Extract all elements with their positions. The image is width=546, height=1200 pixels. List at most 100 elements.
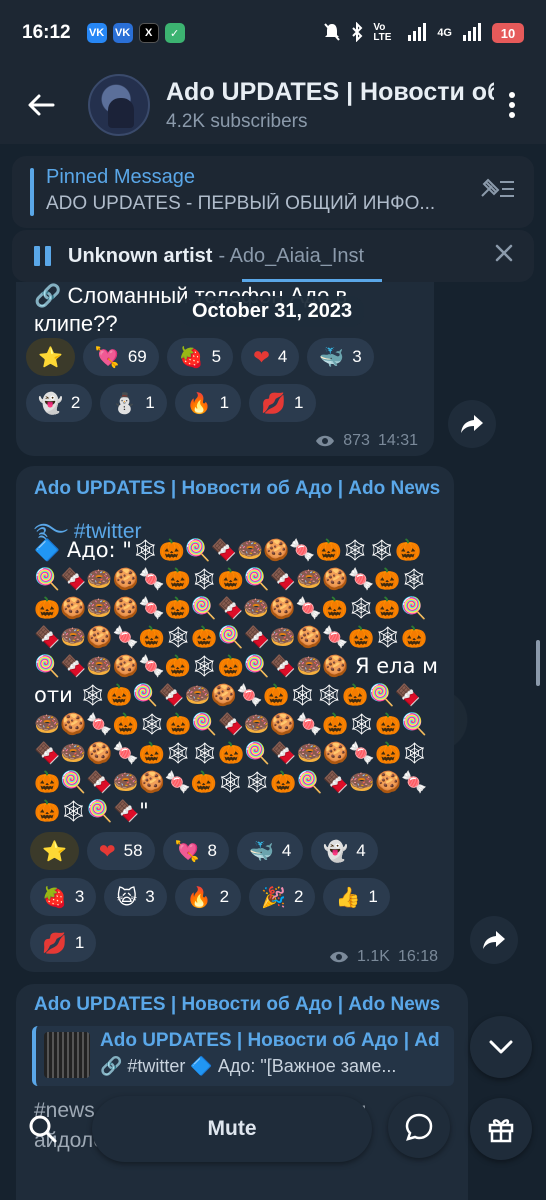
volte-label: Vo LTE: [373, 22, 392, 43]
chevron-down-icon: [489, 1040, 513, 1054]
message-time: 14:31: [377, 432, 418, 449]
reaction-item[interactable]: 🎉 2: [249, 878, 316, 916]
reaction-item[interactable]: 🐳 3: [307, 338, 374, 376]
pinned-message-bar[interactable]: Pinned Message ADO UPDATES - ПЕРВЫЙ ОБЩИ…: [12, 156, 534, 228]
message-bubble[interactable]: Ado UPDATES | Новости об Адо | Ado News …: [16, 984, 468, 1200]
reply-title: Ado UPDATES | Новости об Адо | Ado News: [100, 1030, 440, 1051]
comments-button[interactable]: [388, 1096, 450, 1158]
reaction-item[interactable]: 🔥 2: [174, 878, 242, 916]
reaction-item[interactable]: ❤ 4: [241, 338, 300, 376]
message-meta: 873 14:31: [315, 432, 418, 450]
reaction-emoji: 🙀: [116, 885, 138, 909]
eye-icon: [330, 951, 349, 963]
reaction-emoji: 👻: [323, 839, 349, 863]
forwarded-author[interactable]: Ado UPDATES | Новости об Адо | Ado News: [34, 994, 454, 1016]
reaction-item[interactable]: ❤ 58: [86, 832, 155, 870]
share-button[interactable]: [448, 400, 496, 448]
reaction-item[interactable]: 🍓 3: [30, 878, 97, 916]
reaction-count: 4: [281, 841, 292, 860]
share-button[interactable]: [470, 916, 518, 964]
reaction-star[interactable]: ⭐: [26, 338, 75, 376]
reaction-count: 1: [74, 933, 85, 952]
reaction-emoji: 👍: [335, 885, 361, 909]
reaction-count: 2: [70, 393, 81, 412]
share-arrow-icon: [461, 415, 483, 433]
reaction-star[interactable]: ⭐: [30, 832, 79, 870]
message-bubble[interactable]: Ado UPDATES | Новости об Адо | Ado News …: [16, 466, 454, 972]
pause-icon[interactable]: [32, 245, 54, 267]
player-track: - Ado_Aiaia_Inst: [218, 244, 365, 267]
arrow-left-icon: [28, 94, 55, 116]
search-button[interactable]: [12, 1098, 74, 1160]
reaction-count: 4: [356, 841, 366, 860]
message-text: 🔷 Адо: "🕸🎃🍭🍫🍩🍪🍬🎃🕸🕸🎃🍭🍫🍩🍪🍬🎃🕸🎃🍭🍫🍩🍪🍬🎃🕸🎃🍪🍩🍪🍬🎃…: [34, 538, 438, 823]
reaction-item[interactable]: 🔥 1: [174, 384, 242, 422]
vk-app-icon: VK: [86, 23, 107, 43]
gift-button[interactable]: [470, 1098, 532, 1160]
reaction-emoji: 👻: [38, 391, 63, 415]
pinned-text: ADO UPDATES - ПЕРВЫЙ ОБЩИЙ ИНФО...: [46, 193, 436, 214]
reaction-item[interactable]: 👍 1: [323, 878, 390, 916]
reaction-count: 3: [352, 347, 362, 366]
close-icon: [495, 244, 513, 262]
date-separator: October 31, 2023: [180, 296, 365, 327]
reaction-item[interactable]: 💘 69: [82, 338, 159, 376]
reaction-item[interactable]: ⛄ 1: [100, 384, 167, 422]
bluetooth-icon: [351, 21, 363, 45]
back-button[interactable]: [16, 80, 66, 130]
reaction-item[interactable]: 💋 1: [30, 924, 97, 962]
reaction-count: 1: [368, 887, 378, 906]
reaction-count: 3: [74, 887, 85, 906]
reaction-count: 5: [211, 347, 222, 366]
reaction-count: 69: [127, 347, 147, 366]
eye-icon: [316, 435, 335, 447]
reaction-emoji: 🔥: [186, 885, 212, 909]
message-meta: 1.1K 16:18: [329, 948, 438, 966]
forwarded-author[interactable]: Ado UPDATES | Новости об Адо | Ado News: [34, 478, 444, 500]
audio-player-bar[interactable]: Unknown artist - Ado_Aiaia_Inst: [12, 230, 534, 282]
reaction-emoji: 💘: [174, 839, 200, 863]
reaction-count: 58: [123, 841, 143, 860]
more-options-button[interactable]: [494, 80, 530, 130]
reaction-emoji: ⭐: [38, 345, 63, 369]
more-vertical-icon: [509, 92, 515, 118]
share-arrow-icon: [483, 931, 505, 949]
reaction-item[interactable]: 💘 8: [162, 832, 229, 870]
reaction-emoji: ⛄: [112, 391, 138, 415]
reaction-emoji: 🍓: [178, 345, 204, 369]
reaction-emoji: 🎉: [261, 885, 286, 909]
reaction-emoji: 🔥: [186, 391, 212, 415]
pinned-label: Pinned Message: [46, 166, 195, 188]
player-progress: [242, 279, 382, 282]
channel-avatar[interactable]: [88, 74, 150, 136]
chat-header: Ado UPDATES | Новости об Адо | Ado News …: [0, 66, 546, 144]
reply-preview[interactable]: Ado UPDATES | Новости об Адо | Ado News …: [32, 1026, 454, 1086]
reaction-emoji: ❤: [98, 839, 116, 863]
reaction-count: 1: [294, 393, 304, 412]
scroll-down-button[interactable]: [470, 1016, 532, 1078]
signal-icon-1: [407, 22, 427, 44]
pinned-list-icon[interactable]: [478, 176, 516, 207]
x-app-icon: X: [138, 23, 159, 43]
gift-icon: [488, 1119, 514, 1143]
reaction-item[interactable]: 🍓 5: [166, 338, 234, 376]
reply-text: 🔗 #twitter 🔷 Адо: "[Важное заме...: [100, 1056, 397, 1076]
reaction-item[interactable]: 🐳 4: [236, 832, 304, 870]
reaction-list: ⭐ 💘 69 🍓 5 ❤ 4 🐳 3 👻 2 ⛄ 1 🔥 1 💋 1: [26, 338, 426, 422]
vk-messenger-icon: VK: [112, 23, 133, 43]
view-count: 873: [343, 432, 370, 449]
battery-indicator: 10: [492, 23, 524, 43]
reaction-item[interactable]: 🙀 3: [104, 878, 167, 916]
status-bar: 16:12 VK VK X ✓ Vo LTE 4G 10: [0, 0, 546, 66]
reaction-item[interactable]: 💋 1: [249, 384, 316, 422]
network-type: 4G: [437, 27, 452, 39]
reaction-item[interactable]: 👻 4: [311, 832, 378, 870]
mute-button[interactable]: Mute: [92, 1096, 372, 1162]
reaction-emoji: 💋: [261, 391, 287, 415]
channel-info[interactable]: Ado UPDATES | Новости об Адо | Ado News …: [166, 78, 494, 133]
player-artist: Unknown artist: [68, 244, 213, 267]
scrollbar[interactable]: [536, 640, 540, 686]
reaction-emoji: 🍓: [42, 885, 67, 909]
close-player-button[interactable]: [494, 243, 514, 269]
reaction-item[interactable]: 👻 2: [26, 384, 93, 422]
